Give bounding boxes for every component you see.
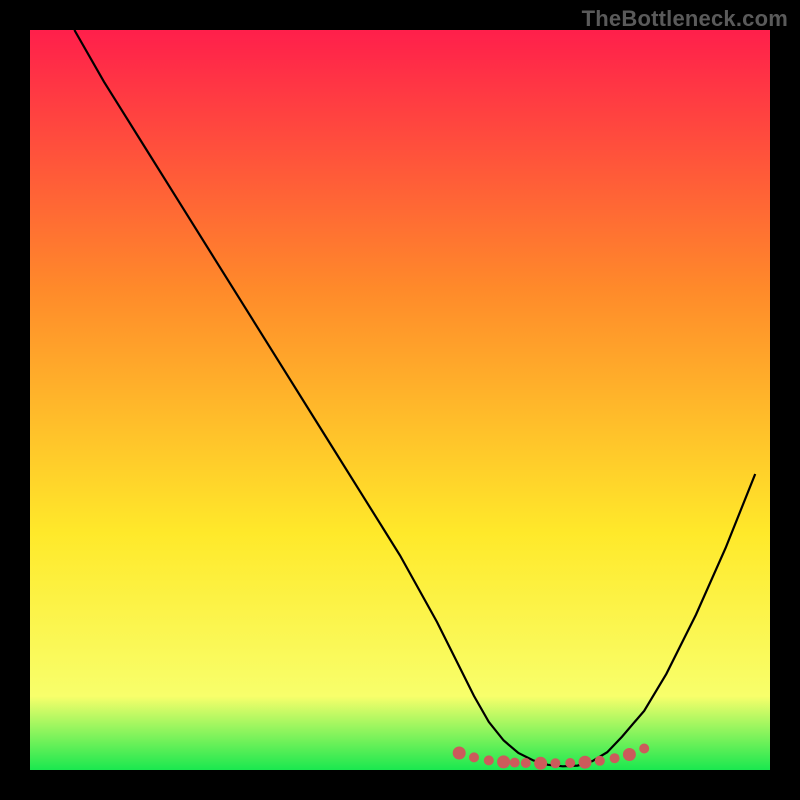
marker-point <box>579 756 592 769</box>
marker-point <box>497 755 510 768</box>
marker-point <box>469 752 479 762</box>
marker-point <box>534 757 547 770</box>
marker-point <box>565 758 575 768</box>
marker-point <box>595 756 605 766</box>
watermark-text: TheBottleneck.com <box>582 6 788 32</box>
marker-point <box>639 744 649 754</box>
chart-frame: TheBottleneck.com <box>0 0 800 800</box>
marker-point <box>510 758 520 768</box>
marker-point <box>453 747 466 760</box>
marker-point <box>550 758 560 768</box>
chart-svg <box>0 0 800 800</box>
marker-point <box>521 758 531 768</box>
marker-point <box>623 748 636 761</box>
marker-point <box>484 755 494 765</box>
marker-point <box>610 753 620 763</box>
